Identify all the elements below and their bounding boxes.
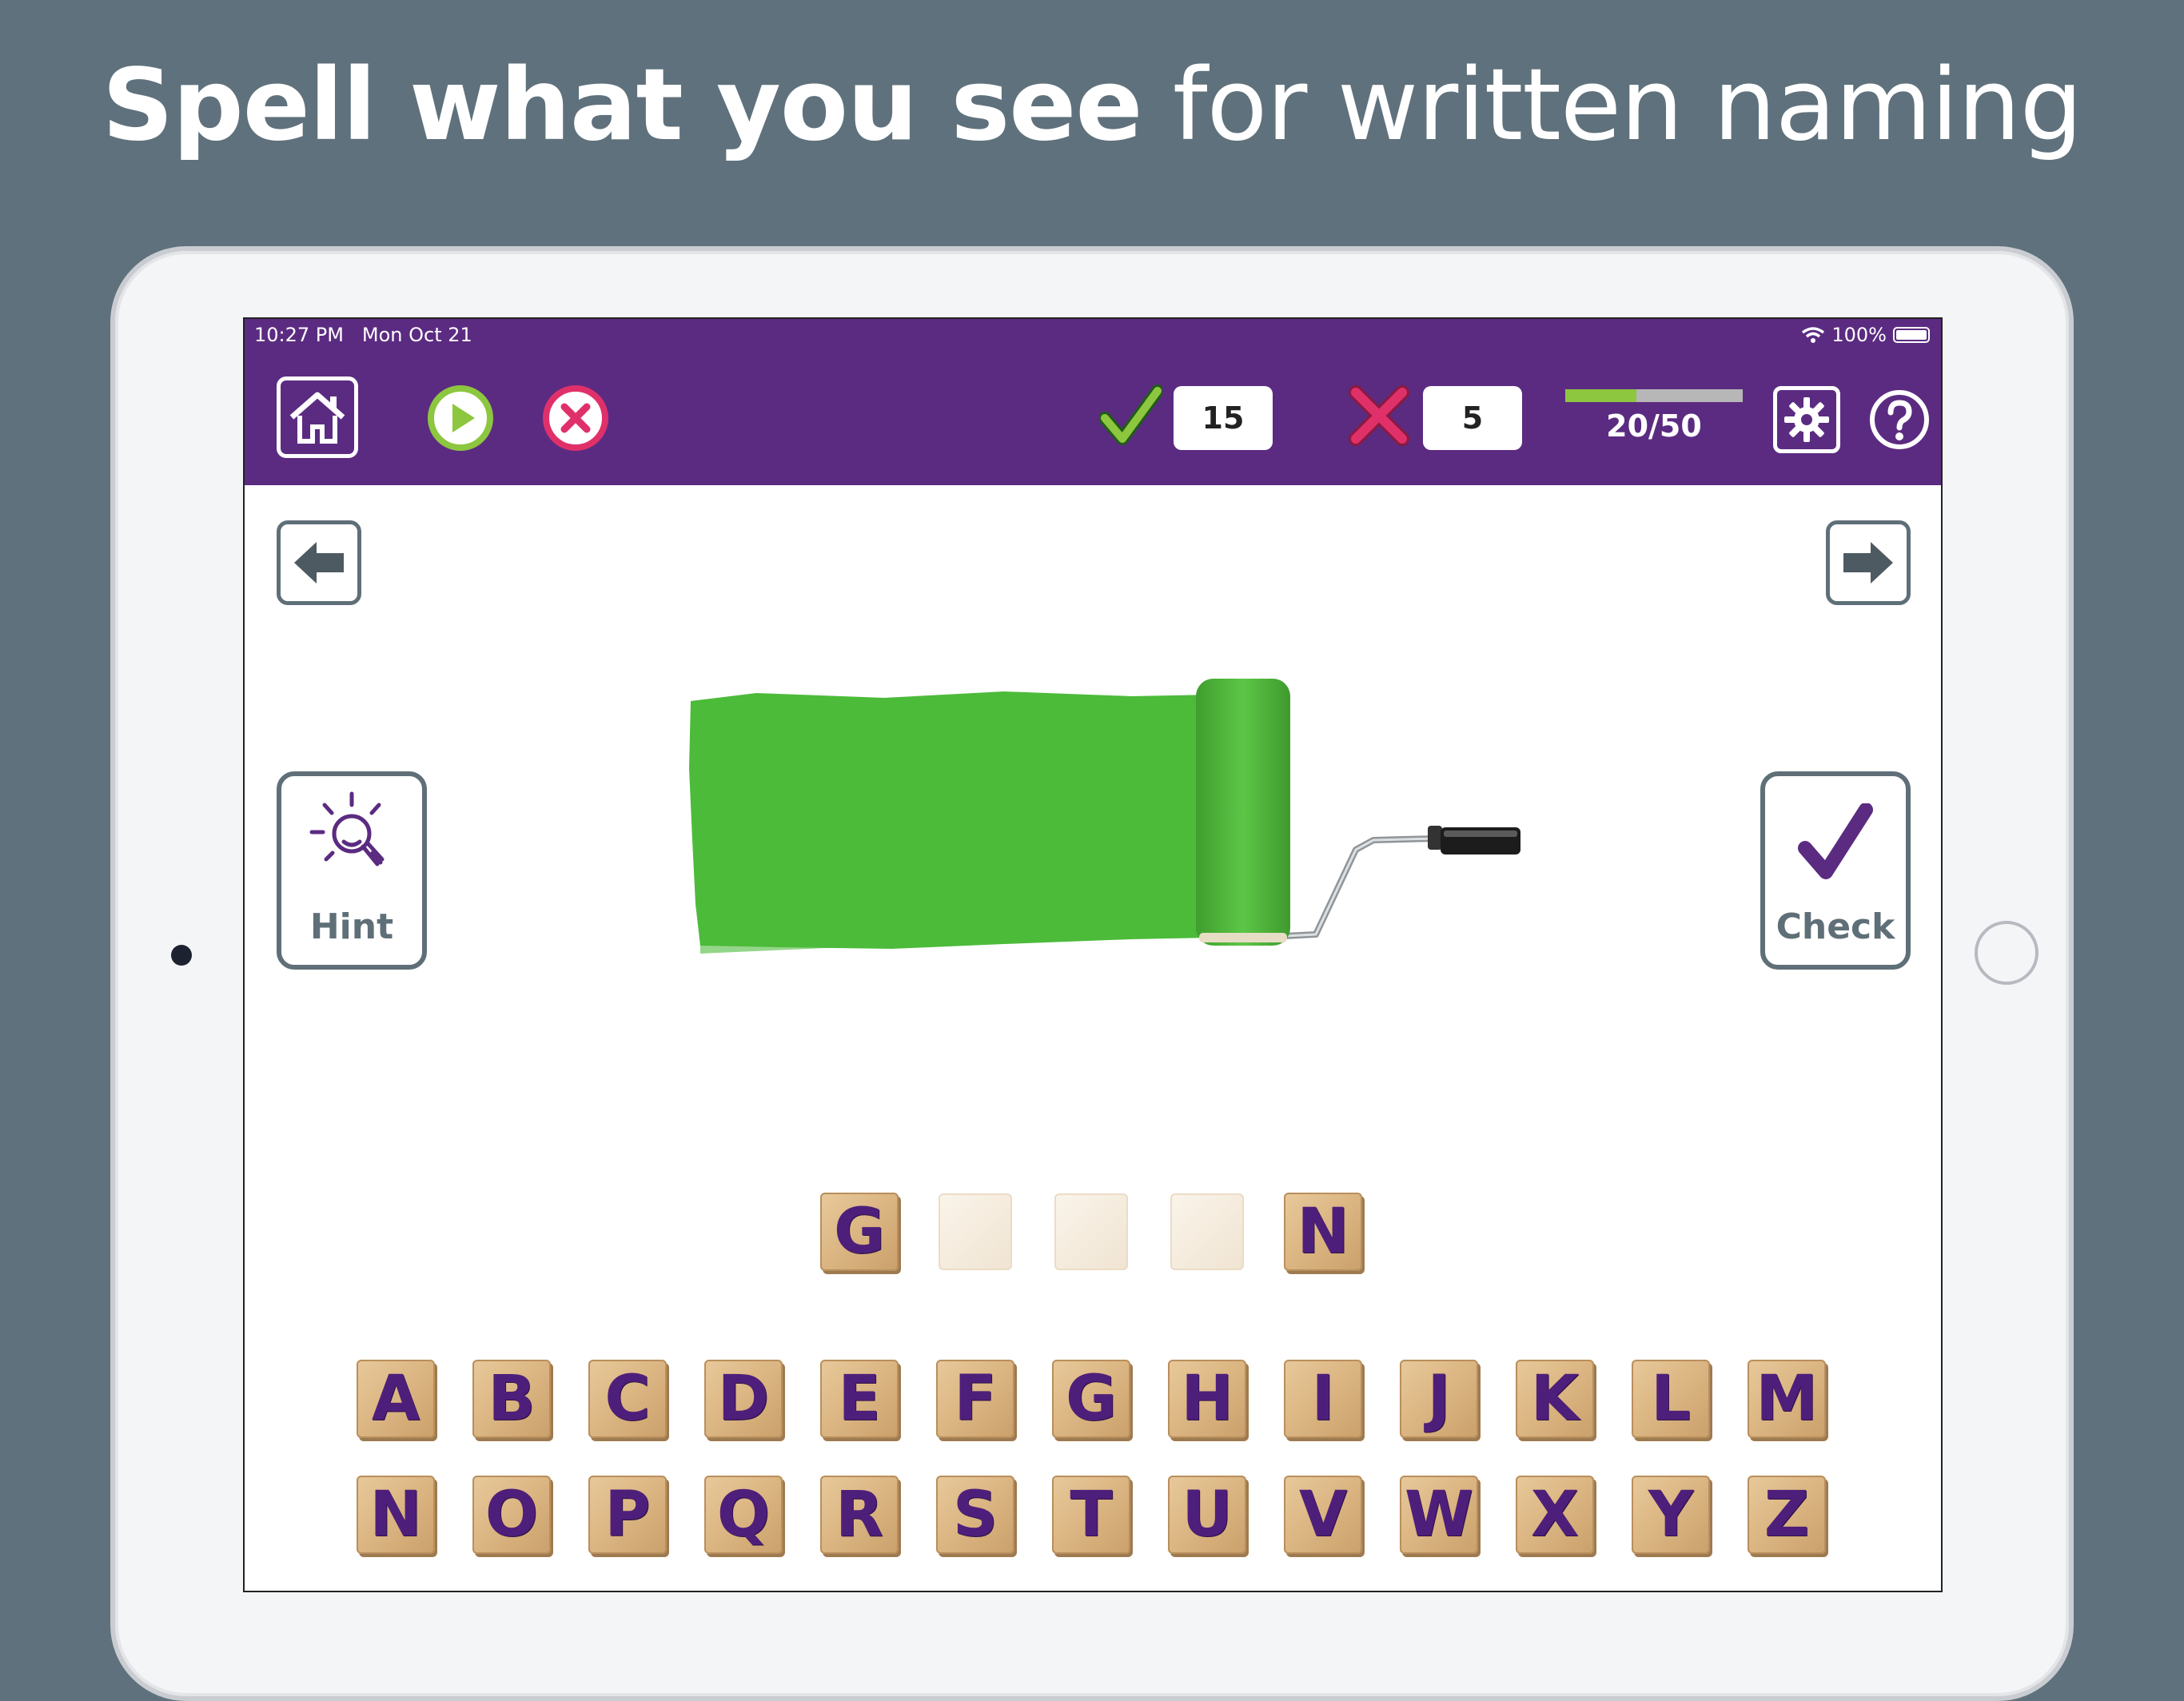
letter-key-o[interactable]: O bbox=[472, 1476, 551, 1554]
letter-key-t[interactable]: T bbox=[1052, 1476, 1130, 1554]
status-right: 100% bbox=[1801, 324, 1930, 346]
correct-check-icon bbox=[1100, 384, 1162, 445]
letter-key-v[interactable]: V bbox=[1284, 1476, 1362, 1554]
hint-label: Hint bbox=[309, 906, 394, 947]
status-time-date: 10:27 PM Mon Oct 21 bbox=[254, 324, 472, 346]
hint-icon-wrap bbox=[281, 791, 422, 882]
checkmark-icon bbox=[1798, 803, 1873, 879]
letter-key-d[interactable]: D bbox=[704, 1360, 783, 1438]
letter-key-h[interactable]: H bbox=[1168, 1360, 1246, 1438]
letter-key-q[interactable]: Q bbox=[704, 1476, 783, 1554]
correct-count-badge: 15 bbox=[1174, 386, 1273, 450]
answer-slot-empty[interactable] bbox=[939, 1193, 1012, 1270]
page-headline: Spell what you see for written naming bbox=[0, 48, 2184, 163]
previous-button[interactable] bbox=[277, 520, 361, 605]
letter-key-k[interactable]: K bbox=[1516, 1360, 1594, 1438]
top-toolbar: 10:27 PM Mon Oct 21 100% 15 5 20/50 bbox=[245, 319, 1941, 485]
home-icon bbox=[289, 392, 345, 444]
letter-key-z[interactable]: Z bbox=[1748, 1476, 1826, 1554]
hint-button[interactable]: Hint bbox=[277, 771, 427, 970]
close-circle-icon bbox=[543, 385, 608, 451]
letter-key-f[interactable]: F bbox=[936, 1360, 1014, 1438]
progress-fill bbox=[1565, 389, 1636, 402]
check-label: Check bbox=[1775, 906, 1895, 947]
next-button[interactable] bbox=[1826, 520, 1911, 605]
battery-percent: 100% bbox=[1831, 324, 1887, 346]
letter-key-m[interactable]: M bbox=[1748, 1360, 1826, 1438]
letter-key-e[interactable]: E bbox=[820, 1360, 899, 1438]
ipad-home-button[interactable] bbox=[1975, 921, 2039, 985]
check-icon-wrap bbox=[1765, 803, 1906, 886]
letter-key-c[interactable]: C bbox=[588, 1360, 667, 1438]
arrow-right-icon bbox=[1843, 542, 1893, 584]
letter-key-n[interactable]: N bbox=[357, 1476, 435, 1554]
letter-key-w[interactable]: W bbox=[1400, 1476, 1478, 1554]
answer-slot-filled[interactable]: N bbox=[1284, 1193, 1362, 1271]
status-time: 10:27 PM bbox=[254, 324, 344, 346]
home-button[interactable] bbox=[277, 376, 358, 458]
progress-label: 20/50 bbox=[1606, 408, 1702, 444]
letter-key-a[interactable]: A bbox=[357, 1360, 435, 1438]
letter-key-u[interactable]: U bbox=[1168, 1476, 1246, 1554]
prompt-image-paint-roller bbox=[689, 679, 1520, 954]
headline-bold: Spell what you see bbox=[102, 48, 1143, 163]
answer-slot-filled[interactable]: G bbox=[820, 1193, 899, 1271]
letter-key-y[interactable]: Y bbox=[1632, 1476, 1710, 1554]
settings-button[interactable] bbox=[1773, 386, 1840, 453]
stop-button[interactable] bbox=[542, 384, 609, 452]
question-icon bbox=[1870, 390, 1929, 449]
app-screen: 10:27 PM Mon Oct 21 100% 15 5 20/50 Hint… bbox=[243, 317, 1943, 1592]
letter-key-i[interactable]: I bbox=[1284, 1360, 1362, 1438]
wrong-x-icon bbox=[1349, 385, 1409, 446]
battery-icon bbox=[1893, 327, 1930, 343]
letter-key-x[interactable]: X bbox=[1516, 1476, 1594, 1554]
headline-light: for written naming bbox=[1142, 48, 2082, 163]
arrow-left-icon bbox=[294, 542, 344, 584]
check-button[interactable]: Check bbox=[1760, 771, 1911, 970]
letter-key-g[interactable]: G bbox=[1052, 1360, 1130, 1438]
play-icon bbox=[428, 385, 493, 451]
lightbulb-icon bbox=[309, 791, 385, 866]
answer-slot-empty[interactable] bbox=[1054, 1193, 1128, 1270]
letter-key-b[interactable]: B bbox=[472, 1360, 551, 1438]
wrong-count-badge: 5 bbox=[1423, 386, 1522, 450]
play-button[interactable] bbox=[427, 384, 494, 452]
answer-slot-empty[interactable] bbox=[1170, 1193, 1244, 1270]
letter-key-l[interactable]: L bbox=[1632, 1360, 1710, 1438]
wifi-icon bbox=[1802, 327, 1825, 343]
ipad-camera bbox=[171, 945, 192, 966]
letter-key-r[interactable]: R bbox=[820, 1476, 899, 1554]
letter-key-p[interactable]: P bbox=[588, 1476, 667, 1554]
status-date: Mon Oct 21 bbox=[361, 324, 472, 346]
progress-bar bbox=[1565, 389, 1743, 402]
help-button[interactable] bbox=[1867, 388, 1931, 452]
letter-key-j[interactable]: J bbox=[1400, 1360, 1478, 1438]
letter-key-s[interactable]: S bbox=[936, 1476, 1014, 1554]
gear-icon bbox=[1784, 397, 1829, 442]
